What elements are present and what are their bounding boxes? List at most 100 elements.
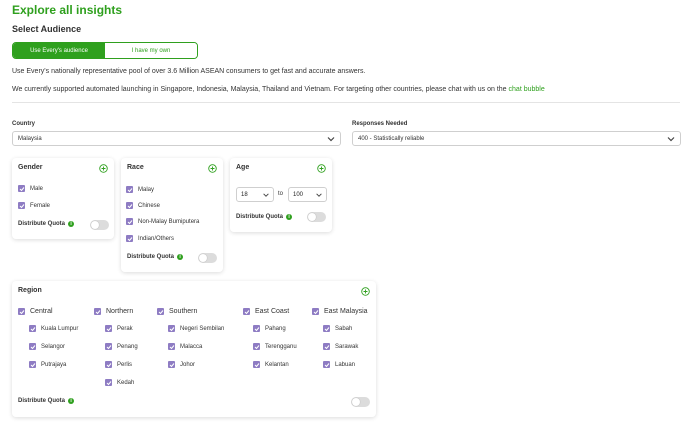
region-item[interactable]: Kedah	[105, 379, 134, 386]
region-group-northern[interactable]: Northern	[94, 308, 133, 315]
region-item-label: Sarawak	[335, 343, 359, 350]
race-option-label: Indian/Others	[138, 235, 175, 242]
race-quota-toggle[interactable]	[198, 253, 217, 263]
age-quota-toggle[interactable]	[307, 212, 326, 222]
region-item-label: Kuala Lumpur	[41, 325, 79, 332]
region-distribute-quota: Distribute Quota i	[18, 398, 75, 404]
region-group-east-coast[interactable]: East Coast	[243, 308, 289, 315]
checkbox-checked-icon	[18, 185, 25, 192]
region-group-southern[interactable]: Southern	[157, 308, 197, 315]
checkbox-checked-icon	[253, 361, 260, 368]
page-title: Explore all insights	[12, 3, 123, 17]
region-item[interactable]: Penang	[105, 343, 138, 350]
age-to-select[interactable]: 100	[288, 187, 327, 202]
region-item[interactable]: Sabah	[323, 325, 352, 332]
distribute-quota-label: Distribute Quota	[236, 214, 284, 220]
race-option-label: Malay	[138, 186, 155, 193]
info-text-1: Use Every's nationally representative po…	[12, 68, 366, 75]
region-item[interactable]: Sarawak	[323, 343, 358, 350]
race-option-indian[interactable]: Indian/Others	[126, 235, 174, 242]
gender-option-male[interactable]: Male	[18, 185, 43, 192]
region-item[interactable]: Terengganu	[253, 343, 297, 350]
region-item[interactable]: Perak	[105, 325, 133, 332]
checkbox-checked-icon	[94, 308, 101, 315]
region-item[interactable]: Pahang	[253, 325, 286, 332]
chevron-down-icon	[316, 192, 322, 197]
region-card: Region Central Kuala Lumpur Selangor Put…	[12, 281, 376, 417]
checkbox-checked-icon	[126, 235, 133, 242]
distribute-quota-label: Distribute Quota	[18, 398, 66, 404]
checkbox-checked-icon	[168, 325, 175, 332]
own-audience-button[interactable]: I have my own	[105, 43, 197, 58]
region-item-label: Pahang	[265, 325, 286, 332]
info-icon[interactable]: i	[286, 214, 293, 220]
region-group-label: Southern	[169, 308, 198, 315]
region-item[interactable]: Malacca	[168, 343, 202, 350]
region-item[interactable]: Kuala Lumpur	[29, 325, 78, 332]
region-item[interactable]: Johor	[168, 361, 195, 368]
region-item-label: Perlis	[117, 361, 133, 368]
region-item-label: Kelantan	[265, 361, 289, 368]
region-item-label: Selangor	[41, 343, 66, 350]
info-icon[interactable]: i	[68, 221, 75, 227]
gender-distribute-quota: Distribute Quota i	[18, 221, 75, 227]
chevron-down-icon	[327, 136, 335, 141]
checkbox-checked-icon	[243, 308, 250, 315]
country-value: Malaysia	[18, 135, 42, 142]
region-item[interactable]: Negeri Sembilan	[168, 325, 224, 332]
gender-option-label: Male	[30, 185, 44, 192]
region-item[interactable]: Labuan	[323, 361, 355, 368]
checkbox-checked-icon	[168, 343, 175, 350]
checkbox-checked-icon	[105, 361, 112, 368]
checkbox-checked-icon	[29, 325, 36, 332]
gender-option-female[interactable]: Female	[18, 202, 50, 209]
chevron-down-icon	[667, 136, 675, 141]
checkbox-checked-icon	[18, 308, 25, 315]
region-item-label: Terengganu	[265, 343, 297, 350]
region-item-label: Negeri Sembilan	[180, 325, 225, 332]
add-circle-icon[interactable]	[361, 287, 370, 296]
region-item[interactable]: Putrajaya	[29, 361, 66, 368]
info-icon[interactable]: i	[68, 398, 75, 404]
age-title: Age	[236, 164, 250, 171]
region-item[interactable]: Perlis	[105, 361, 132, 368]
gender-card: Gender Male Female Distribute Quota i	[12, 158, 114, 239]
race-card: Race Malay Chinese Non-Malay Bumiputera …	[121, 158, 223, 272]
age-from-select[interactable]: 18	[236, 187, 274, 202]
region-item[interactable]: Kelantan	[253, 361, 289, 368]
distribute-quota-label: Distribute Quota	[18, 221, 66, 227]
info-icon[interactable]: i	[177, 254, 184, 260]
gender-option-label: Female	[30, 202, 51, 209]
age-to-value: 100	[293, 191, 304, 198]
checkbox-checked-icon	[126, 218, 133, 225]
region-item[interactable]: Selangor	[29, 343, 65, 350]
responses-value: 400 - Statistically reliable	[358, 135, 425, 142]
region-group-central[interactable]: Central	[18, 308, 53, 315]
region-quota-toggle[interactable]	[351, 397, 370, 407]
region-item-label: Johor	[180, 361, 196, 368]
add-circle-icon[interactable]	[317, 164, 326, 173]
use-every-audience-button[interactable]: Use Every's audience	[13, 43, 105, 58]
race-option-malay[interactable]: Malay	[126, 186, 154, 193]
checkbox-checked-icon	[253, 325, 260, 332]
race-option-label: Non-Malay Bumiputera	[138, 218, 200, 225]
race-option-chinese[interactable]: Chinese	[126, 202, 160, 209]
checkbox-checked-icon	[29, 361, 36, 368]
region-item-label: Kedah	[117, 379, 135, 386]
region-group-label: East Malaysia	[324, 308, 368, 315]
checkbox-checked-icon	[323, 361, 330, 368]
checkbox-checked-icon	[29, 343, 36, 350]
gender-quota-toggle[interactable]	[90, 220, 109, 230]
race-option-bumiputera[interactable]: Non-Malay Bumiputera	[126, 218, 199, 225]
audience-toggle: Use Every's audience I have my own	[12, 42, 198, 59]
country-select[interactable]: Malaysia	[12, 131, 341, 146]
add-circle-icon[interactable]	[99, 164, 108, 173]
checkbox-checked-icon	[253, 343, 260, 350]
checkbox-checked-icon	[323, 343, 330, 350]
race-distribute-quota: Distribute Quota i	[127, 254, 184, 260]
region-group-east-malaysia[interactable]: East Malaysia	[312, 308, 368, 315]
region-item-label: Perak	[117, 325, 133, 332]
chat-bubble-link[interactable]: chat bubble	[509, 86, 545, 93]
add-circle-icon[interactable]	[208, 164, 217, 173]
responses-select[interactable]: 400 - Statistically reliable	[352, 131, 681, 146]
